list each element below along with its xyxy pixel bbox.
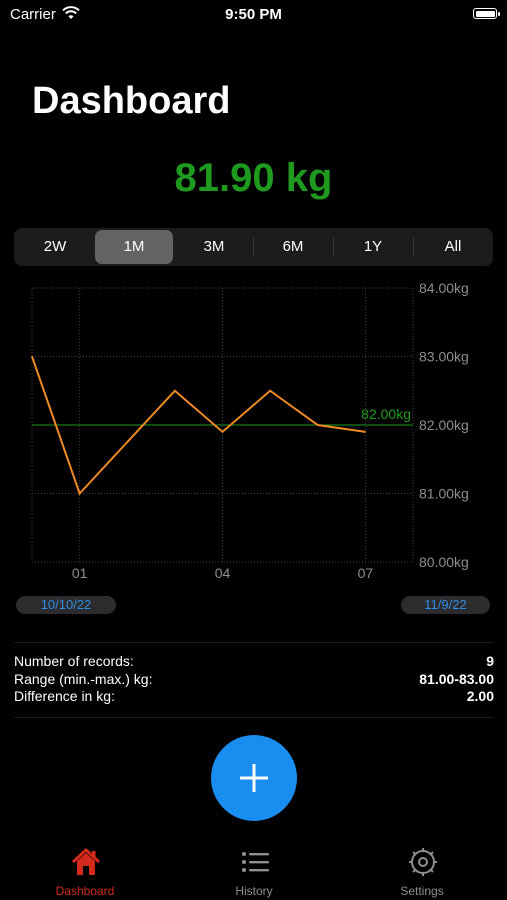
- stats-panel: Number of records: 9 Range (min.-max.) k…: [14, 642, 494, 718]
- goal-line-label: 82.00kg: [361, 406, 411, 422]
- list-icon: [242, 852, 269, 872]
- gear-icon: [409, 848, 437, 876]
- range-segmented-control: 2W 1M 3M 6M 1Y All: [14, 228, 493, 266]
- data-point: [126, 441, 128, 443]
- x-tick-label: 01: [72, 565, 88, 581]
- tab-label: History: [235, 884, 273, 898]
- stat-value: 9: [486, 653, 494, 669]
- data-point: [79, 493, 81, 494]
- stat-row-records: Number of records: 9: [14, 653, 494, 671]
- tab-label: Settings: [400, 884, 444, 898]
- start-date-pill[interactable]: 10/10/22: [16, 596, 116, 614]
- tab-history[interactable]: History: [194, 840, 314, 900]
- x-tick-label: 04: [215, 565, 231, 581]
- stat-row-range: Range (min.-max.) kg: 81.00-83.00: [14, 671, 494, 689]
- range-tab-6m[interactable]: 6M: [254, 230, 332, 264]
- y-tick-label: 80.00kg: [419, 554, 469, 570]
- tab-settings[interactable]: Settings: [362, 840, 482, 900]
- y-tick-label: 82.00kg: [419, 417, 469, 433]
- range-tab-2w[interactable]: 2W: [16, 230, 94, 264]
- page-title: Dashboard: [32, 80, 231, 122]
- range-tab-all[interactable]: All: [414, 230, 492, 264]
- stat-label: Number of records:: [14, 653, 134, 669]
- data-point: [364, 431, 366, 433]
- stat-value: 2.00: [466, 688, 494, 704]
- current-weight: 81.90 kg: [174, 156, 333, 200]
- stat-row-difference: Difference in kg: 2.00: [14, 688, 494, 706]
- weight-line-chart[interactable]: 84.00kg 83.00kg 82.00kg 81.00kg 80.00kg 01 04 0…: [0, 275, 507, 585]
- tab-dashboard[interactable]: Dashboard: [25, 840, 145, 900]
- range-tab-3m[interactable]: 3M: [175, 230, 253, 264]
- stat-value: 81.00-83.00: [419, 671, 494, 687]
- data-point: [317, 424, 319, 426]
- range-tab-1y[interactable]: 1Y: [334, 230, 412, 264]
- x-tick-label: 07: [358, 565, 374, 581]
- stat-label: Difference in kg:: [14, 688, 115, 704]
- data-point: [31, 356, 33, 357]
- tab-label: Dashboard: [55, 884, 115, 898]
- status-time: 9:50 PM: [225, 6, 282, 23]
- plus-icon: [240, 764, 268, 792]
- house-icon: [71, 848, 101, 875]
- battery-icon: [473, 8, 500, 19]
- stat-label: Range (min.-max.) kg:: [14, 671, 153, 687]
- y-tick-label: 84.00kg: [419, 280, 469, 296]
- status-bar: Carrier 9:50 PM: [0, 0, 507, 30]
- tab-bar: Dashboard History Settings: [0, 840, 507, 900]
- data-point: [222, 431, 223, 433]
- range-tab-1m[interactable]: 1M: [95, 230, 173, 264]
- end-date-pill[interactable]: 11/9/22: [401, 596, 490, 614]
- data-point: [174, 390, 176, 392]
- y-tick-label: 81.00kg: [419, 486, 469, 502]
- data-point: [269, 390, 271, 392]
- y-tick-label: 83.00kg: [419, 349, 469, 365]
- add-record-button[interactable]: [211, 735, 297, 821]
